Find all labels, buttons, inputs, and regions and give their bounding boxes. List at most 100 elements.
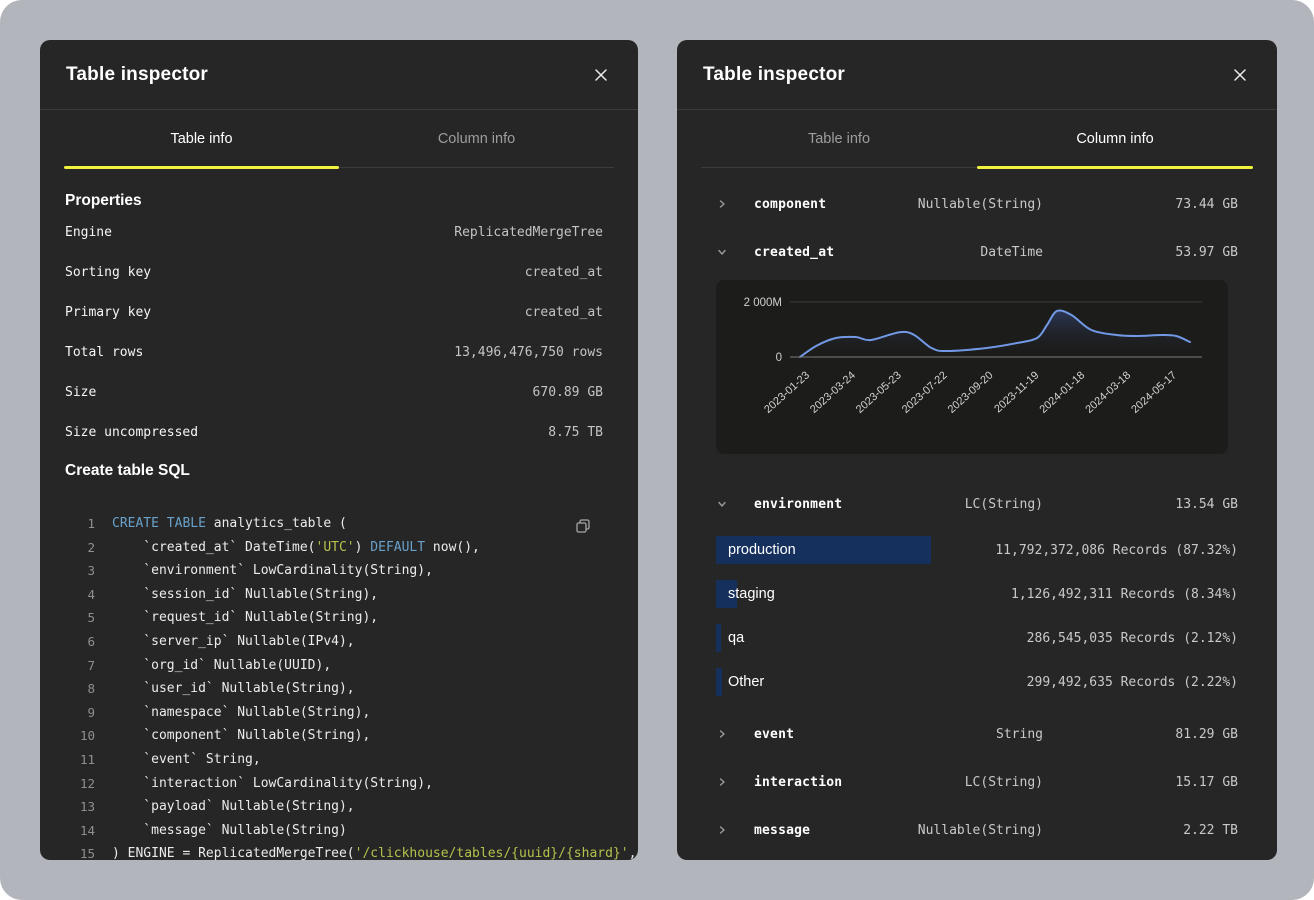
property-row: Size uncompressed 8.75 TB — [65, 412, 603, 452]
column-size: 73.44 GB — [1043, 197, 1238, 212]
x-tick-label: 2023-07-22 — [900, 369, 950, 416]
sql-line: 15 ) ENGINE = ReplicatedMergeTree('/clic… — [65, 842, 603, 860]
line-number: 11 — [65, 748, 95, 772]
chevron-down-icon — [716, 499, 728, 509]
column-row[interactable]: component Nullable(String) 73.44 GB — [716, 180, 1238, 228]
column-row[interactable]: event String 81.29 GB — [716, 710, 1238, 758]
column-size: 2.22 TB — [1043, 823, 1238, 838]
tab-column-info[interactable]: Column info — [339, 110, 614, 167]
sql-line: 4 `session_id` Nullable(String), — [65, 583, 603, 607]
property-row: Size 670.89 GB — [65, 372, 603, 412]
chevron-right-icon — [716, 729, 728, 739]
sql-line: 7 `org_id` Nullable(UUID), — [65, 654, 603, 678]
column-row[interactable]: interaction LC(String) 15.17 GB — [716, 758, 1238, 806]
column-name: message — [754, 823, 893, 838]
close-icon — [1233, 68, 1247, 82]
column-type: Nullable(String) — [893, 823, 1043, 838]
sql-line-text: `component` Nullable(String), — [112, 724, 370, 748]
sql-line: 14 `message` Nullable(String) — [65, 819, 603, 843]
create-table-sql-heading: Create table SQL — [65, 462, 603, 480]
sql-line: 11 `event` String, — [65, 748, 603, 772]
column-row[interactable]: message Nullable(String) 2.22 TB — [716, 806, 1238, 854]
tab-table-info[interactable]: Table info — [701, 110, 977, 167]
column-row[interactable]: environment LC(String) 13.54 GB — [716, 480, 1238, 528]
tab-table-info[interactable]: Table info — [64, 110, 339, 167]
property-label: Size uncompressed — [65, 425, 198, 440]
y-tick-label: 2 000M — [744, 297, 782, 309]
sql-line-text: `org_id` Nullable(UUID), — [112, 654, 331, 678]
value-records: 286,545,035 Records (2.12%) — [1027, 631, 1238, 646]
value-row: staging 1,126,492,311 Records (8.34%) — [716, 572, 1238, 616]
column-list: component Nullable(String) 73.44 GB crea… — [677, 168, 1277, 854]
sql-line: 8 `user_id` Nullable(String), — [65, 677, 603, 701]
x-tick-label: 2023-01-23 — [762, 369, 812, 416]
close-button[interactable] — [590, 64, 612, 86]
x-tick-label: 2024-03-18 — [1083, 369, 1133, 416]
sql-line-text: `session_id` Nullable(String), — [112, 583, 378, 607]
x-tick-label: 2023-03-24 — [808, 369, 858, 416]
x-tick-label: 2023-09-20 — [946, 369, 996, 416]
modal-title: Table inspector — [66, 64, 208, 86]
column-type: Nullable(String) — [893, 197, 1043, 212]
column-type: DateTime — [893, 245, 1043, 260]
property-row: Engine ReplicatedMergeTree — [65, 212, 603, 252]
table-info-content: Properties Engine ReplicatedMergeTree So… — [40, 192, 638, 860]
sql-line-text: `request_id` Nullable(String), — [112, 606, 378, 630]
chevron-right-icon — [716, 825, 728, 835]
chevron-right-icon — [716, 777, 728, 787]
line-number: 10 — [65, 724, 95, 748]
close-button[interactable] — [1229, 64, 1251, 86]
property-value: ReplicatedMergeTree — [454, 225, 603, 240]
column-name: component — [754, 197, 893, 212]
line-number: 1 — [65, 512, 95, 536]
modal-header: Table inspector — [40, 40, 638, 110]
value-label: production — [728, 542, 796, 558]
table-inspector-modal-left: Table inspector Table info Column info P… — [40, 40, 638, 860]
column-size: 81.29 GB — [1043, 727, 1238, 742]
table-inspector-modal-right: Table inspector Table info Column info c… — [677, 40, 1277, 860]
line-number: 13 — [65, 795, 95, 819]
property-label: Size — [65, 385, 96, 400]
desktop-background: Table inspector Table info Column info P… — [0, 0, 1314, 900]
sql-line: 2 `created_at` DateTime('UTC') DEFAULT n… — [65, 536, 603, 560]
sql-line: 12 `interaction` LowCardinality(String), — [65, 772, 603, 796]
area-fill — [800, 310, 1190, 357]
line-number: 2 — [65, 536, 95, 560]
properties-heading: Properties — [65, 192, 603, 210]
value-records: 11,792,372,086 Records (87.32%) — [995, 543, 1238, 558]
property-value: created_at — [525, 305, 603, 320]
sql-line: 10 `component` Nullable(String), — [65, 724, 603, 748]
line-number: 4 — [65, 583, 95, 607]
property-value: 8.75 TB — [548, 425, 603, 440]
property-value: 13,496,476,750 rows — [454, 345, 603, 360]
x-tick-label: 2023-11-19 — [992, 369, 1041, 415]
x-tick-label: 2024-01-18 — [1037, 369, 1087, 416]
value-row: Other 299,492,635 Records (2.22%) — [716, 660, 1238, 704]
column-row[interactable]: created_at DateTime 53.97 GB — [716, 228, 1238, 276]
property-row: Primary key created_at — [65, 292, 603, 332]
property-value: 670.89 GB — [533, 385, 603, 400]
column-name: interaction — [754, 775, 893, 790]
sql-line-text: `payload` Nullable(String), — [112, 795, 355, 819]
value-records: 1,126,492,311 Records (8.34%) — [1011, 587, 1238, 602]
sql-line-text: CREATE TABLE analytics_table ( — [112, 512, 347, 536]
area-chart-svg: 2 000M02023-01-232023-03-242023-05-23202… — [716, 280, 1228, 454]
value-row: production 11,792,372,086 Records (87.32… — [716, 528, 1238, 572]
line-number: 6 — [65, 630, 95, 654]
tab-label: Table info — [170, 131, 232, 147]
tab-column-info[interactable]: Column info — [977, 110, 1253, 167]
property-value: created_at — [525, 265, 603, 280]
sql-line-text: `interaction` LowCardinality(String), — [112, 772, 433, 796]
value-records: 299,492,635 Records (2.22%) — [1027, 675, 1238, 690]
copy-button[interactable] — [571, 514, 595, 538]
property-label: Engine — [65, 225, 112, 240]
line-number: 12 — [65, 772, 95, 796]
tab-label: Table info — [808, 131, 870, 147]
modal-header: Table inspector — [677, 40, 1277, 110]
x-tick-label: 2024-05-17 — [1129, 369, 1179, 416]
property-label: Primary key — [65, 305, 151, 320]
column-name: environment — [754, 497, 893, 512]
sql-line: 1 CREATE TABLE analytics_table ( — [65, 512, 603, 536]
line-number: 7 — [65, 654, 95, 678]
sql-line-text: `created_at` DateTime('UTC') DEFAULT now… — [112, 536, 480, 560]
